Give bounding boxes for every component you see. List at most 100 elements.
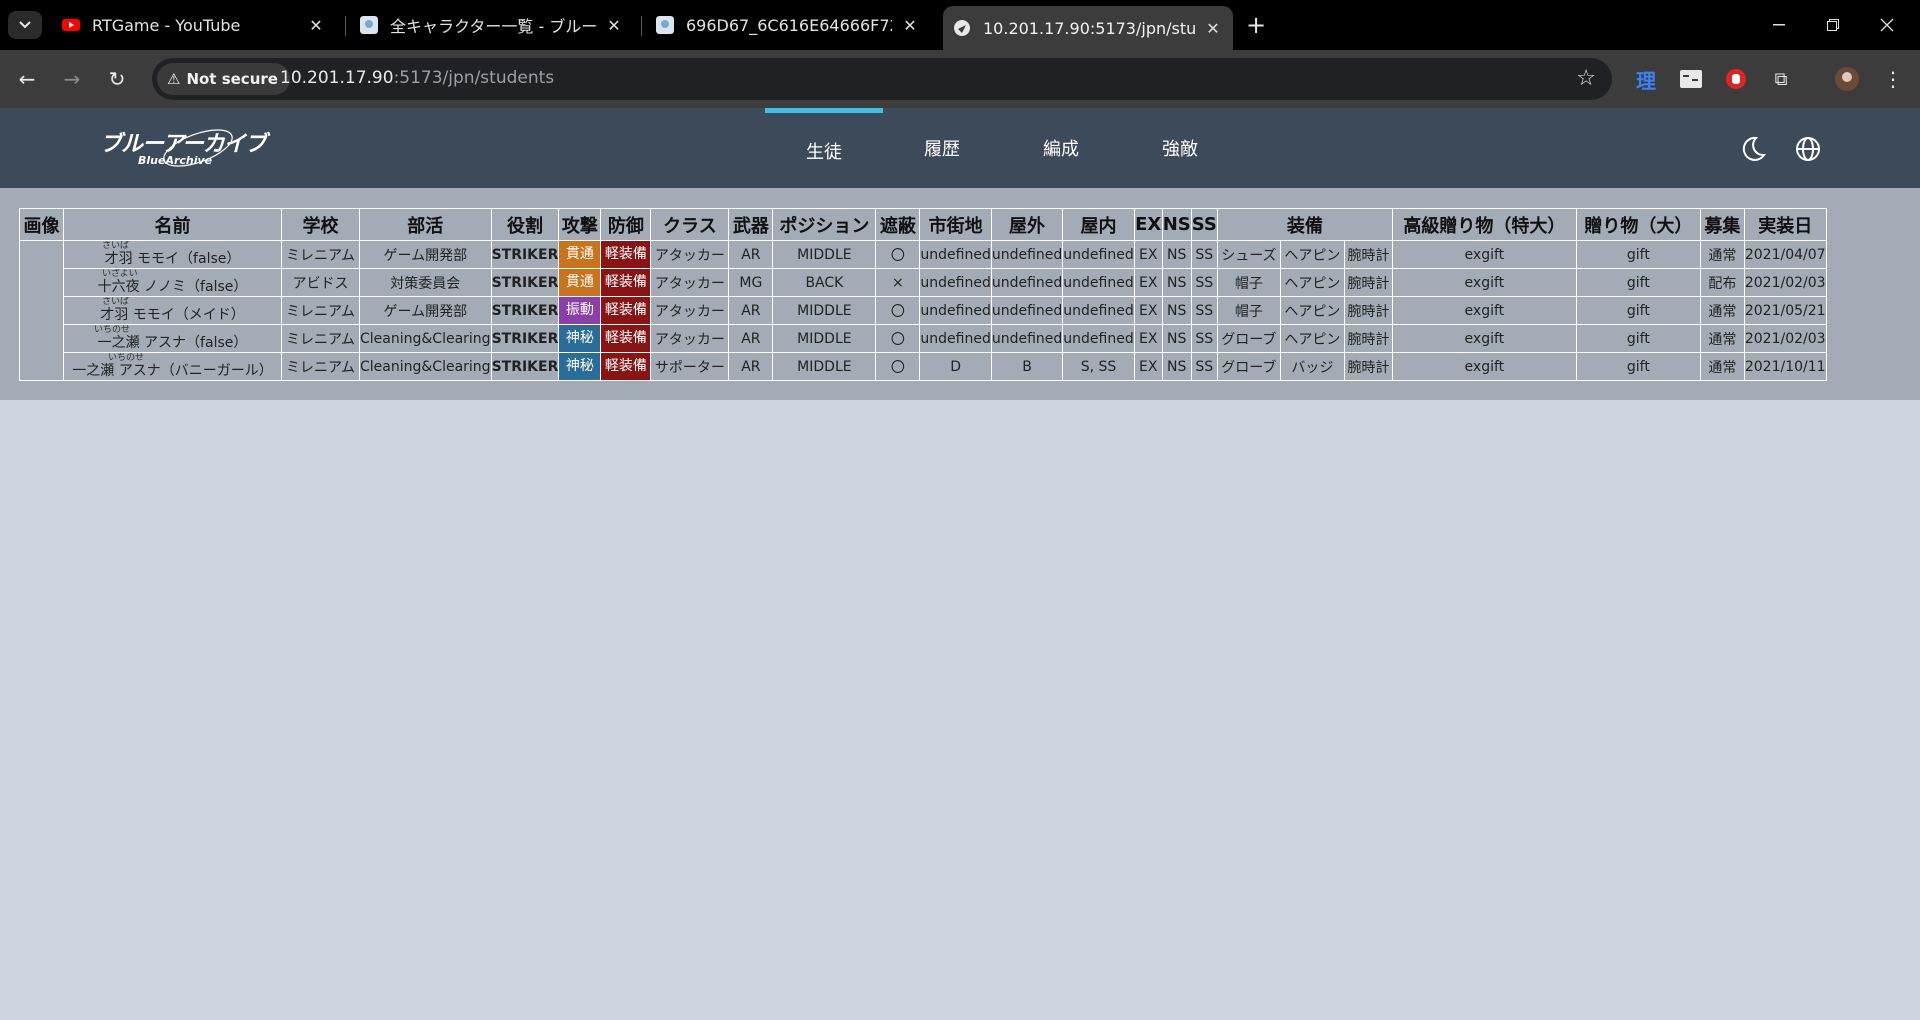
column-header[interactable]: NS [1161, 208, 1192, 241]
club-cell: ゲーム開発部 [359, 240, 492, 269]
column-header[interactable]: ポジション [772, 208, 877, 241]
release-date-cell: 2021/02/03 [1743, 268, 1827, 297]
security-chip[interactable]: ⚠ Not secure [157, 63, 290, 95]
close-tab-icon[interactable]: ✕ [604, 16, 624, 35]
ss-skill-cell: SS [1190, 268, 1218, 297]
gift-l-cell: gift [1575, 240, 1701, 269]
ns-skill-cell: NS [1161, 296, 1192, 325]
minimize-button[interactable] [1756, 0, 1802, 50]
column-header[interactable]: 防御 [600, 208, 652, 241]
close-window-button[interactable] [1864, 0, 1910, 50]
tab-youtube[interactable]: RTGame - YouTube ✕ [52, 6, 336, 44]
table-row[interactable]: いちのせ 一之瀬 アスナ（バニーガール） ミレニアム Cleaning&Clearin… [20, 352, 1827, 381]
column-header[interactable]: 部活 [359, 208, 492, 241]
table-row[interactable]: いちのせ 一之瀬 アスナ（false） ミレニアム Cleaning&Clearing… [20, 324, 1827, 353]
language-globe-icon[interactable] [1793, 134, 1823, 164]
cover-cell: 〇 [875, 240, 921, 269]
arrow-right-icon: → [63, 67, 81, 91]
site-logo[interactable]: ブルーアーカイブ BlueArchive [98, 122, 268, 174]
close-tab-icon[interactable]: ✕ [306, 16, 326, 35]
club-cell: 対策委員会 [359, 268, 492, 297]
gift-l-cell: gift [1575, 296, 1701, 325]
column-header[interactable]: 高級贈り物（特大） [1391, 208, 1577, 241]
class-cell: サポーター [650, 352, 730, 381]
column-header[interactable]: 攻撃 [558, 208, 602, 241]
browser-toolbar: ← → ↻ ⚠ Not secure 10.201.17.90:5173/jpn… [0, 50, 1920, 108]
nav-students[interactable]: 生徒 [765, 108, 883, 188]
reload-button[interactable]: ↻ [102, 64, 132, 94]
menu-kebab-icon[interactable]: ⋮ [1880, 66, 1906, 92]
column-header[interactable]: 屋内 [1062, 208, 1135, 241]
cover-cell: 〇 [875, 324, 921, 353]
student-name-cell[interactable]: いざよい 十六夜 ノノミ（false） [63, 268, 282, 297]
extensions-puzzle-icon[interactable]: ⧉ [1768, 66, 1794, 92]
profile-avatar[interactable] [1834, 66, 1860, 92]
table-row[interactable]: さいば 才羽 モモイ（false） ミレニアム ゲーム開発部 STRIKER 貫通 軽装備ア… [19, 240, 1827, 381]
student-name-cell[interactable]: いちのせ 一之瀬 アスナ（false） [63, 324, 282, 353]
bookmark-star-icon[interactable]: ☆ [1576, 66, 1596, 91]
back-button[interactable]: ← [12, 64, 42, 94]
weapon-cell: AR [728, 240, 774, 269]
close-tab-icon[interactable]: ✕ [900, 16, 920, 35]
student-name-cell[interactable]: さいば 才羽 モモイ（false） [63, 240, 282, 269]
ns-skill-cell: NS [1161, 352, 1192, 381]
column-header[interactable]: 募集 [1699, 208, 1745, 241]
student-name: 一之瀬 アスナ（バニーガール） [72, 362, 273, 379]
table-row[interactable]: さいば 才羽 モモイ（メイド） ミレニアム ゲーム開発部 STRIKER 振動 軽装備 アタッ… [20, 296, 1827, 325]
forward-button[interactable]: → [57, 64, 87, 94]
dark-mode-moon-icon[interactable] [1738, 134, 1768, 164]
weapon-cell: AR [728, 352, 774, 381]
column-header[interactable]: 役割 [490, 208, 560, 241]
new-tab-button[interactable]: + [1241, 11, 1271, 39]
extension-translate-icon[interactable] [1678, 66, 1704, 92]
tab-bluearchive-wiki[interactable]: 全キャラクター一覧 - ブルーアーカイブ ✕ [350, 6, 634, 44]
column-header[interactable]: 実装日 [1743, 208, 1827, 241]
close-tab-icon[interactable]: ✕ [1203, 19, 1223, 38]
tab-image[interactable]: 696D67_6C616E64666F726D5F ✕ [646, 6, 930, 44]
name-reading: いざよい [102, 269, 138, 280]
url-host: 10.201.17.90 [280, 68, 394, 88]
column-header[interactable]: 名前 [63, 208, 282, 241]
urban-cell: D [919, 352, 992, 381]
column-header[interactable]: 画像 [19, 208, 64, 241]
address-bar[interactable]: ⚠ Not secure 10.201.17.90:5173/jpn/stude… [152, 58, 1612, 100]
restore-button[interactable] [1810, 0, 1856, 50]
column-header[interactable]: 贈り物（大） [1575, 208, 1701, 241]
column-header[interactable]: SS [1190, 208, 1218, 241]
column-header[interactable]: 遮蔽 [875, 208, 921, 241]
gift-xl-cell: exgift [1391, 268, 1577, 297]
indoor-cell: S, SS [1062, 352, 1135, 381]
column-header[interactable]: EX [1133, 208, 1163, 241]
column-header[interactable]: 市街地 [919, 208, 992, 241]
nav-enemies[interactable]: 強敵 [1121, 108, 1239, 188]
nav-formation[interactable]: 編成 [1002, 108, 1120, 188]
extension-stop-icon[interactable] [1723, 66, 1749, 92]
column-header[interactable]: 学校 [281, 208, 360, 241]
student-name-cell[interactable]: さいば 才羽 モモイ（メイド） [63, 296, 282, 325]
student-name-cell[interactable]: いちのせ 一之瀬 アスナ（バニーガール） [63, 352, 282, 381]
gift-l-cell: gift [1575, 324, 1701, 353]
equipment-3-cell: 腕時計 [1343, 240, 1393, 269]
table-row[interactable]: いざよい 十六夜 ノノミ（false） アビドス 対策委員会 STRIKER 貫通 軽装備ア… [20, 268, 1827, 297]
url-text[interactable]: 10.201.17.90:5173/jpn/students [280, 68, 554, 88]
tab-students-active[interactable]: 10.201.17.90:5173/jpn/students ✕ [943, 6, 1233, 50]
column-header[interactable]: クラス [650, 208, 730, 241]
equipment-2-cell: ヘアピン [1279, 240, 1345, 269]
release-date-cell: 2021/05/21 [1743, 296, 1827, 325]
recruit-cell: 配布 [1699, 268, 1745, 297]
recruit-cell: 通常 [1699, 240, 1745, 269]
column-header[interactable]: 屋外 [990, 208, 1064, 241]
nav-history[interactable]: 履歴 [883, 108, 1001, 188]
tab-search-button[interactable] [8, 11, 42, 39]
students-panel: 画像 名前 学校 部活 役割 攻撃 防御 クラス 武器 ポジション 遮蔽 市街地 屋外 屋内 EX NS SS 装… [0, 188, 1920, 400]
role-cell: STRIKER [490, 268, 560, 297]
equipment-1-cell: グローブ [1216, 352, 1281, 381]
page-icon [954, 20, 970, 36]
extension-kanji-icon[interactable]: 理 [1633, 66, 1659, 93]
column-header[interactable]: 武器 [728, 208, 774, 241]
ex-skill-cell: EX [1133, 296, 1163, 325]
column-header[interactable]: 装備 [1216, 208, 1393, 241]
security-label: Not secure [186, 70, 278, 88]
url-path: :5173/jpn/students [393, 68, 555, 88]
name-reading: さいば [102, 241, 130, 252]
